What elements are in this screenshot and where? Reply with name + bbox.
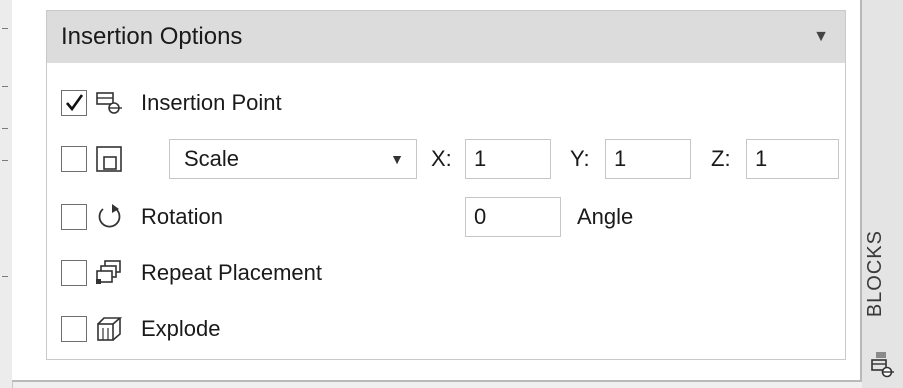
explode-checkbox[interactable] <box>61 316 87 342</box>
insertion-options-header[interactable]: Insertion Options ▼ <box>47 11 845 63</box>
scale-y-input[interactable]: 1 <box>605 139 691 179</box>
insertion-panel: Insertion Options ▼ Insertion Point Scal… <box>12 0 862 382</box>
dropdown-caret-icon: ▼ <box>390 151 404 167</box>
edge-tick <box>2 28 8 29</box>
scale-checkbox[interactable] <box>61 146 87 172</box>
edge-tick <box>2 86 8 87</box>
checkmark-icon <box>66 94 84 112</box>
explode-icon <box>93 313 125 345</box>
rotation-label: Rotation <box>141 204 223 229</box>
rotation-row: Rotation 0 Angle <box>61 197 841 237</box>
edge-tick <box>2 160 8 161</box>
repeat-placement-row: Repeat Placement <box>61 253 322 293</box>
scale-mode-select[interactable]: Scale ▼ <box>169 139 417 179</box>
scale-x-input[interactable]: 1 <box>465 139 551 179</box>
insertion-options-section: Insertion Options ▼ Insertion Point Scal… <box>46 10 846 360</box>
edge-tick <box>2 128 8 129</box>
insertion-point-label: Insertion Point <box>141 90 282 115</box>
collapse-chevron-icon[interactable]: ▼ <box>813 28 829 46</box>
blocks-palette-icon[interactable] <box>870 352 896 383</box>
scale-row: Scale ▼ X: 1 Y: 1 Z: 1 <box>61 139 841 179</box>
repeat-placement-label: Repeat Placement <box>141 260 322 285</box>
edge-tick <box>2 276 8 277</box>
angle-label: Angle <box>577 204 634 229</box>
rotation-icon <box>93 201 125 233</box>
explode-label: Explode <box>141 316 221 341</box>
scale-z-input[interactable]: 1 <box>746 139 839 179</box>
insertion-point-row: Insertion Point <box>61 83 282 123</box>
repeat-placement-icon <box>93 257 125 289</box>
blocks-tab-label[interactable]: BLOCKS <box>864 230 887 317</box>
rotation-angle-input[interactable]: 0 <box>465 197 561 237</box>
scale-icon <box>93 143 125 175</box>
scale-y-label: Y: <box>570 146 590 171</box>
scale-z-label: Z: <box>711 146 731 171</box>
scale-x-label: X: <box>431 146 452 171</box>
repeat-placement-checkbox[interactable] <box>61 260 87 286</box>
blocks-palette-tab[interactable]: BLOCKS <box>862 0 903 388</box>
insertion-point-icon <box>93 87 125 119</box>
explode-row: Explode <box>61 309 221 349</box>
section-title: Insertion Options <box>61 23 243 50</box>
rotation-checkbox[interactable] <box>61 204 87 230</box>
insertion-point-checkbox[interactable] <box>61 90 87 116</box>
scale-mode-value: Scale <box>184 146 240 171</box>
